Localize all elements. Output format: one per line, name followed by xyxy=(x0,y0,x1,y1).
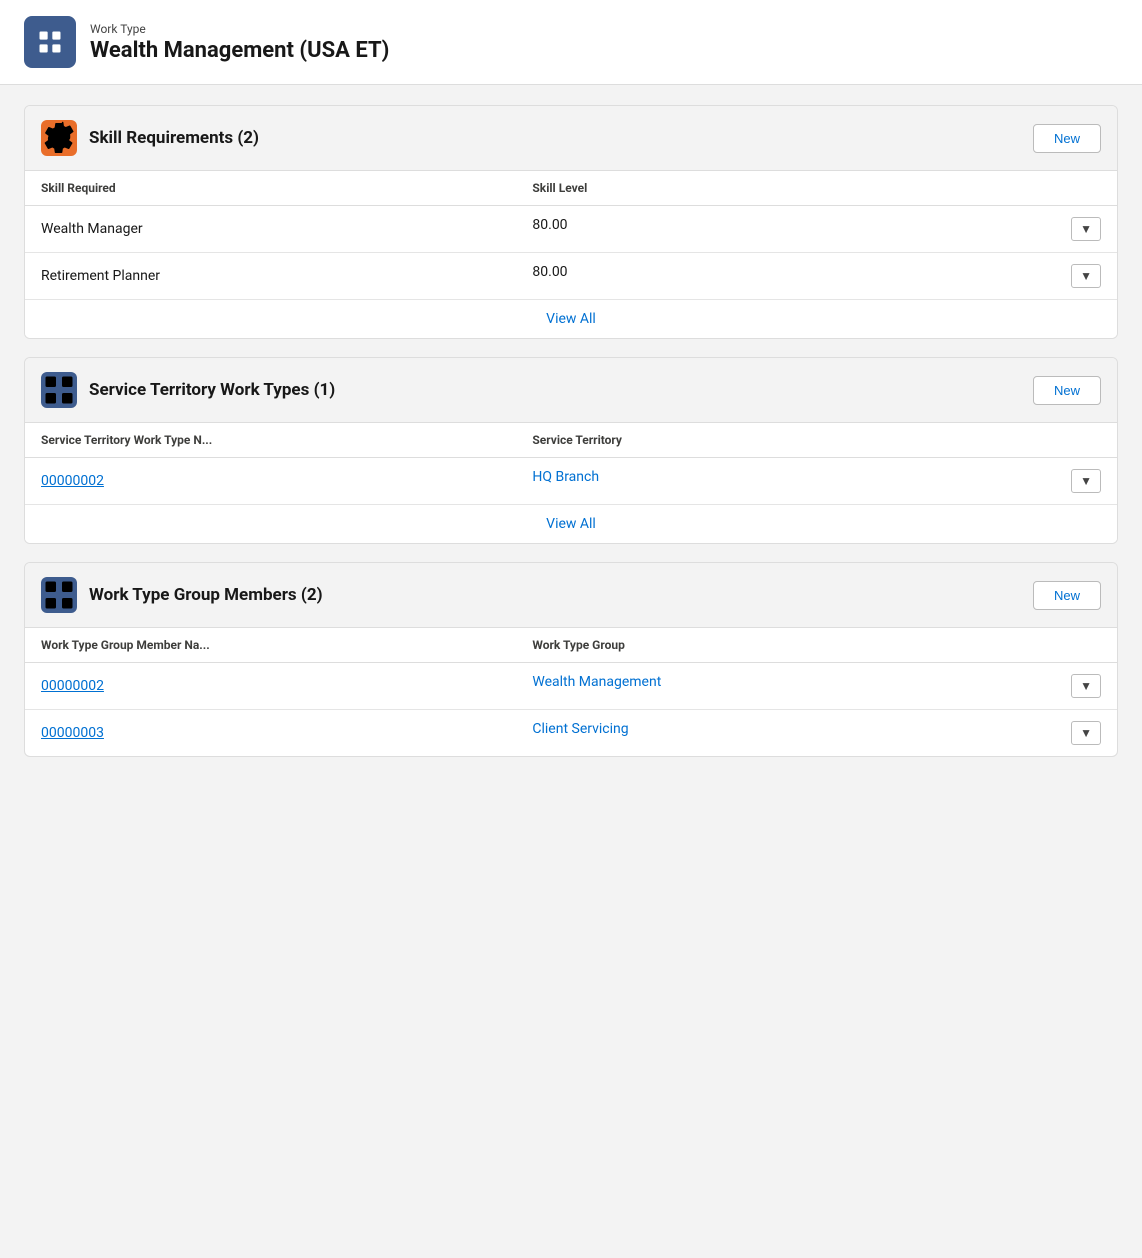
service-territory-work-types-section: Service Territory Work Types (1) New Ser… xyxy=(24,357,1118,544)
wtgm-name-cell-1: 00000002 xyxy=(25,663,516,710)
table-row: 00000002 Wealth Management ▼ xyxy=(25,663,1117,710)
page-subtitle: Work Type xyxy=(90,22,389,36)
skill-level-cell-2: 80.00 ▼ xyxy=(516,253,1117,300)
stwt-name-cell-1: 00000002 xyxy=(25,458,516,505)
st-row-1-dropdown[interactable]: ▼ xyxy=(1071,469,1101,493)
work-type-group-members-section: Work Type Group Members (2) New Work Typ… xyxy=(24,562,1118,757)
st-cell-1: HQ Branch ▼ xyxy=(516,458,1117,505)
grid-icon xyxy=(41,372,77,408)
main-content: Skill Requirements (2) New Skill Require… xyxy=(0,85,1142,777)
skill-requirements-title: Skill Requirements (2) xyxy=(89,128,259,148)
skill-requirements-view-all-row: View All xyxy=(25,300,1117,339)
header-text: Work Type Wealth Management (USA ET) xyxy=(90,22,389,63)
skill-requirements-icon xyxy=(41,120,77,156)
skill-required-cell-1: Wealth Manager xyxy=(25,206,516,253)
skill-requirements-view-all-link[interactable]: View All xyxy=(546,311,596,327)
work-type-group-members-header-left: Work Type Group Members (2) xyxy=(41,577,323,613)
skill-row-2-dropdown[interactable]: ▼ xyxy=(1071,264,1101,288)
table-row: 00000003 Client Servicing ▼ xyxy=(25,710,1117,757)
service-territory-header: Service Territory Work Types (1) New xyxy=(25,358,1117,423)
service-territory-title: Service Territory Work Types (1) xyxy=(89,380,335,400)
col-header-st: Service Territory xyxy=(516,423,1117,458)
service-territory-new-button[interactable]: New xyxy=(1033,376,1101,405)
table-row: 00000002 HQ Branch ▼ xyxy=(25,458,1117,505)
skill-requirements-view-all-cell: View All xyxy=(25,300,1117,339)
col-header-stwt-name: Service Territory Work Type N... xyxy=(25,423,516,458)
work-type-group-members-header-row: Work Type Group Member Na... Work Type G… xyxy=(25,628,1117,663)
work-type-icon xyxy=(36,28,64,56)
wtgm-row-1-dropdown[interactable]: ▼ xyxy=(1071,674,1101,698)
skill-requirements-header-left: Skill Requirements (2) xyxy=(41,120,259,156)
skill-row-1-dropdown[interactable]: ▼ xyxy=(1071,217,1101,241)
skill-requirements-header-row: Skill Required Skill Level xyxy=(25,171,1117,206)
work-type-group-members-icon xyxy=(41,577,77,613)
wtgm-name-cell-2: 00000003 xyxy=(25,710,516,757)
wtg-cell-2: Client Servicing ▼ xyxy=(516,710,1117,757)
work-type-group-members-header: Work Type Group Members (2) New xyxy=(25,563,1117,628)
service-territory-header-row: Service Territory Work Type N... Service… xyxy=(25,423,1117,458)
page-title: Wealth Management (USA ET) xyxy=(90,38,389,63)
wtg-cell-1: Wealth Management ▼ xyxy=(516,663,1117,710)
skill-level-cell-1: 80.00 ▼ xyxy=(516,206,1117,253)
skill-requirements-header: Skill Requirements (2) New xyxy=(25,106,1117,171)
wtgm-row-2-dropdown[interactable]: ▼ xyxy=(1071,721,1101,745)
table-row: Wealth Manager 80.00 ▼ xyxy=(25,206,1117,253)
col-header-skill-level: Skill Level xyxy=(516,171,1117,206)
service-territory-view-all-row: View All xyxy=(25,505,1117,544)
service-territory-view-all-link[interactable]: View All xyxy=(546,516,596,532)
col-header-skill-required: Skill Required xyxy=(25,171,516,206)
grid-icon-2 xyxy=(41,577,77,613)
service-territory-table: Service Territory Work Type N... Service… xyxy=(25,423,1117,543)
page-icon xyxy=(24,16,76,68)
skill-requirements-section: Skill Requirements (2) New Skill Require… xyxy=(24,105,1118,339)
service-territory-header-left: Service Territory Work Types (1) xyxy=(41,372,335,408)
work-type-group-members-new-button[interactable]: New xyxy=(1033,581,1101,610)
col-header-wtg: Work Type Group xyxy=(516,628,1117,663)
gear-icon xyxy=(41,120,77,156)
col-header-wtgm-name: Work Type Group Member Na... xyxy=(25,628,516,663)
work-type-group-members-title: Work Type Group Members (2) xyxy=(89,585,323,605)
service-territory-view-all-cell: View All xyxy=(25,505,1117,544)
service-territory-icon xyxy=(41,372,77,408)
page-header: Work Type Wealth Management (USA ET) xyxy=(0,0,1142,85)
work-type-group-members-table: Work Type Group Member Na... Work Type G… xyxy=(25,628,1117,756)
skill-required-cell-2: Retirement Planner xyxy=(25,253,516,300)
table-row: Retirement Planner 80.00 ▼ xyxy=(25,253,1117,300)
skill-requirements-new-button[interactable]: New xyxy=(1033,124,1101,153)
skill-requirements-table: Skill Required Skill Level Wealth Manage… xyxy=(25,171,1117,338)
